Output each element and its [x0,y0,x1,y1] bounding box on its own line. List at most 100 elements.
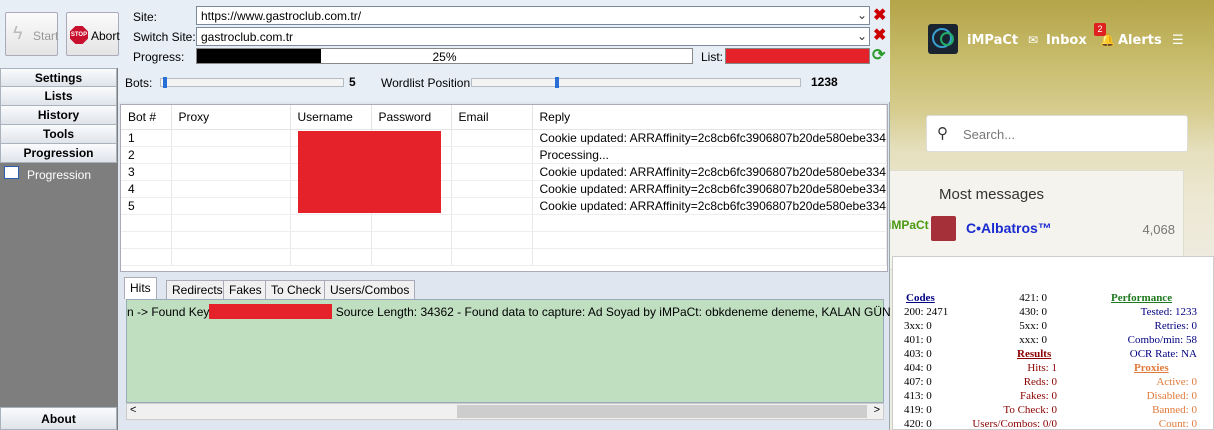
tab-redirects[interactable]: Redirects [166,280,229,299]
stat-item: To Check: 0 [1003,404,1057,416]
abort-button[interactable]: STOP Abort [66,12,120,56]
forum-username[interactable]: iMPaCt [967,33,1018,48]
stat-item: 413: 0 [904,390,932,402]
scrollbar-thumb[interactable] [457,405,867,418]
side-username: iMPaCt [888,218,929,232]
top-user-name[interactable]: C•Albatros™ [966,220,1052,236]
codes-header: Codes [906,292,935,304]
chevron-down-icon[interactable]: ⌄ [857,8,867,22]
tab-fakes[interactable]: Fakes [223,280,268,299]
stat-item: 421: 0 [1019,292,1047,304]
refresh-icon[interactable]: ⟳ [872,48,885,64]
wordlist-slider-thumb[interactable] [555,77,559,88]
column-header-username[interactable]: Username [290,105,372,130]
sidebar-item-lists[interactable]: Lists [0,87,117,106]
list-icon [4,166,19,179]
stat-item: Tested: 1233 [1140,306,1197,318]
table-row[interactable]: 2 Processing... [121,146,887,164]
about-button[interactable]: About [0,407,117,430]
performance-header: Performance [1111,292,1173,304]
progress-text: 25% [432,50,457,64]
table-row [121,231,887,249]
stat-item: xxx: 0 [1019,334,1047,346]
sidebar-item-tools[interactable]: Tools [0,125,117,144]
hit-prefix: n -> Found Key [127,305,210,319]
alerts-link[interactable]: Alerts [1118,33,1162,48]
site-combo[interactable]: https://www.gastroclub.com.tr/ ⌄ [196,6,870,25]
redaction-block [298,131,441,213]
bots-row: Bots: 5 Wordlist Position: 1238 [118,68,890,102]
start-button[interactable]: ϟ Start [5,12,58,56]
hit-entry[interactable]: n -> Found Key Source Length: 34362 - Fo… [127,304,959,319]
stat-item: Reds: 0 [1023,376,1057,388]
wordlist-label: Wordlist Position: [381,76,474,90]
envelope-icon: ✉ [1028,33,1039,47]
stat-item: 401: 0 [904,334,932,346]
wordlist-slider[interactable] [471,77,801,88]
stat-item: Banned: 0 [1152,404,1197,416]
scroll-left-icon[interactable]: < [130,404,136,416]
search-placeholder: Search... [963,127,1016,142]
stat-item: 430: 0 [1019,306,1047,318]
sidebar-item-settings[interactable]: Settings [0,68,117,87]
stat-item: 419: 0 [904,404,932,416]
user-avatar[interactable] [928,24,958,54]
bot-cell: 2 [121,146,172,164]
list-label: List: [701,50,724,64]
scroll-right-icon[interactable]: > [874,404,880,416]
stat-item: 5xx: 0 [1019,320,1047,332]
table-row [121,214,887,232]
table-row[interactable]: 3 Cookie updated: ARRAffinity=2c8cb6fc390… [121,163,887,181]
horizontal-scrollbar[interactable]: < > [126,403,884,420]
bots-grid[interactable]: Bot # Proxy Username Password Email Repl… [120,104,888,272]
column-header-password[interactable]: Password [371,105,452,130]
bot-cell: 4 [121,180,172,198]
checker-window: ϟ Start STOP Abort Site: https://www.gas… [0,0,959,430]
table-row[interactable]: 4 Cookie updated: ARRAffinity=2c8cb6fc390… [121,180,887,198]
stop-sign-icon: STOP [70,26,88,44]
tab-to-check[interactable]: To Check [265,280,328,299]
sidebar-item-progression[interactable]: Progression [0,144,117,163]
switch-site-label: Switch Site: [133,30,196,44]
stat-item: Hits: 1 [1027,362,1057,374]
bots-slider[interactable] [160,77,344,88]
stat-item: Count: 0 [1158,418,1197,430]
stat-item: Combo/min: 58 [1127,334,1197,346]
clear-site-button[interactable]: ✖ [873,8,886,24]
sidebar-subitem-progression[interactable]: Progression [0,164,117,184]
column-header-proxy[interactable]: Proxy [171,105,291,130]
bots-label: Bots: [125,76,153,90]
progress-bar: 25% [196,48,693,64]
bell-icon: 🔔 [1100,33,1115,47]
column-header-reply[interactable]: Reply [532,105,887,130]
reply-cell: Cookie updated: ARRAffinity=2c8cb6fc3906… [532,180,887,198]
table-row[interactable]: 5 Cookie updated: ARRAffinity=2c8cb6fc390… [121,197,887,215]
hits-log[interactable]: n -> Found Key Source Length: 34362 - Fo… [126,299,959,403]
wordlist-value: 1238 [811,75,838,89]
bots-slider-thumb[interactable] [163,77,167,88]
clear-switch-site-button[interactable]: ✖ [873,28,886,44]
bot-cell: 3 [121,163,172,181]
tab-hits[interactable]: Hits [124,277,157,299]
most-messages-widget: Most messages C•Albatros™ 4,068 [888,170,1184,270]
table-row[interactable]: 1 Cookie updated: ARRAffinity=2c8cb6fc390… [121,129,887,147]
reply-cell: Processing... [532,146,887,164]
column-header-bot[interactable]: Bot # [121,105,172,130]
inbox-link[interactable]: Inbox [1046,33,1087,48]
proxies-header: Proxies [1134,362,1169,374]
sidebar-item-history[interactable]: History [0,106,117,125]
stat-item: 200: 2471 [904,306,949,318]
reply-cell: Cookie updated: ARRAffinity=2c8cb6fc3906… [532,197,887,215]
stat-item: Retries: 0 [1154,320,1197,332]
control-panel: ϟ Start STOP Abort Site: https://www.gas… [0,0,890,68]
switch-site-combo[interactable]: gastroclub.com.tr ⌄ [196,27,870,46]
forum-search-input[interactable]: ⚲ Search... [926,115,1188,152]
settings-sliders-icon[interactable]: ☰ [1172,33,1184,48]
chevron-down-icon[interactable]: ⌄ [857,29,867,43]
switch-site-value: gastroclub.com.tr [201,30,294,44]
top-user-count: 4,068 [1142,222,1175,237]
column-header-email[interactable]: Email [451,105,533,130]
tab-users-combos[interactable]: Users/Combos [324,280,416,299]
top-user-avatar[interactable] [931,216,956,241]
list-progress-bar [725,48,870,64]
